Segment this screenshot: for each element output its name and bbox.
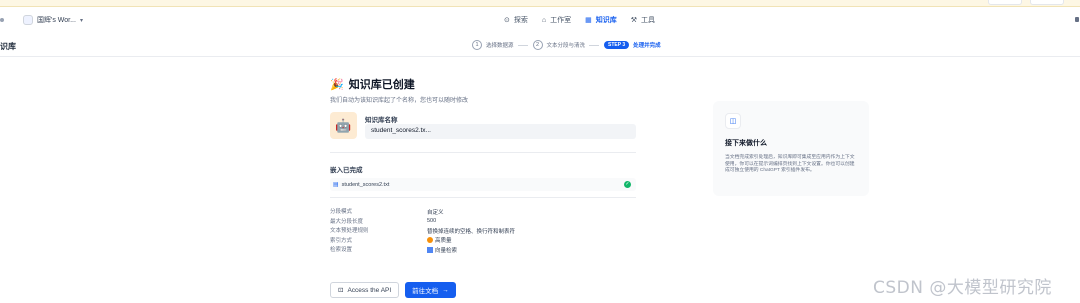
check-circle-icon: ✓ [624,181,631,188]
page-subtitle: 我们自动为该知识库起了个名称，您也可以随时修改 [330,98,469,104]
step-separator [517,44,528,46]
chevron-down-icon: ▾ [79,17,83,24]
meta-row: 索引方式 高质量 [330,236,636,246]
file-row: ▤ student_scores2.txt ✓ [330,178,636,191]
terminal-icon: ⊡ [338,287,344,294]
file-name: student_scores2.txt [341,181,390,188]
tool-icon: ⚒ [630,17,638,24]
meta-key: 最大分段长度 [330,218,364,225]
meta-row: 分段模式 自定义 [330,207,636,217]
tab-knowledge[interactable]: ▦ 知识库 [581,12,621,28]
meta-value: 自定义 [427,207,444,217]
next-steps-card: ◫ 接下来做什么 当文档完成索引处理后，知识库即可集成至应用内作为上下文使用，你… [713,101,869,196]
embed-status-title: 嵌入已完成 [330,167,363,174]
step-label: 选择数据源 [486,43,514,49]
workspace-selector[interactable]: 国辉's Wor... ▾ [23,13,83,27]
user-avatar[interactable] [1075,17,1079,22]
meta-value-text: 高质量 [435,238,452,245]
step-3: STEP 3 处理并完成 [604,41,661,49]
title-row: 🎉 知识库已创建 [330,76,640,92]
kb-name-block: 🤖 知识库名称 student_scores2.tx... [330,112,636,150]
book-icon: ▦ [585,17,592,24]
top-navbar: 国辉's Wor... ▾ ⊙ 探索 ⌂ 工作室 ▦ 知识库 ⚒ 工具 [0,7,1080,33]
party-popper-icon: 🎉 [330,78,344,91]
meta-value-text: 自定义 [427,209,444,216]
tab-explore[interactable]: ⊙ 探索 [500,12,532,28]
kb-name-input[interactable]: student_scores2.tx... [365,124,636,139]
tab-label: 探索 [513,17,528,24]
step-2: 2 文本分段与清洗 [532,40,600,50]
next-steps-title: 接下来做什么 [725,140,767,147]
tab-label: 工具 [641,17,656,24]
meta-key: 索引方式 [330,237,353,244]
studio-icon: ⌂ [541,16,547,24]
meta-value: 500 [427,217,436,227]
vector-search-icon [427,246,433,253]
action-buttons: ⊡ Access the API 前往文档 → [330,282,456,298]
book-open-icon: ◫ [725,113,741,129]
access-api-button[interactable]: ⊡ Access the API [330,282,400,298]
step-indicator: 1 选择数据源 2 文本分段与清洗 STEP 3 处理并完成 [472,40,661,50]
notice-button[interactable] [988,0,1022,5]
divider [330,197,636,198]
next-steps-body: 当文档完成索引处理后，知识库即可集成至应用内作为上下文使用，你可以在提示词编排页… [725,155,855,173]
meta-value-text: 500 [427,218,437,225]
breadcrumb[interactable]: 识库 [0,41,16,52]
app-logo-icon[interactable] [0,18,4,22]
steps-bar: 识库 1 选择数据源 2 文本分段与清洗 STEP 3 处理并完成 [0,36,1080,57]
meta-value: 高质量 [427,236,452,246]
step-number: 2 [532,40,543,50]
meta-value: 替换掉连续的空格、换行符和制表符 [427,226,515,236]
meta-value-text: 替换掉连续的空格、换行符和制表符 [427,228,516,235]
high-quality-icon [427,237,433,244]
meta-key: 检索设置 [330,247,353,253]
tab-label: 工作室 [550,17,572,24]
divider [330,152,636,153]
kb-name-label: 知识库名称 [365,117,398,124]
arrow-right-icon: → [442,286,449,294]
meta-row: 检索设置 向量检索 [330,245,636,255]
step-label: 文本分段与清洗 [546,43,586,49]
meta-key: 分段模式 [330,209,353,215]
watermark: CSDN @大模型研究院 [873,278,1052,298]
meta-row: 最大分段长度 500 [330,217,636,227]
workspace-icon [23,15,33,25]
step-number: 1 [472,40,482,50]
robot-icon: 🤖 [335,117,352,133]
step-label: 处理并完成 [633,43,661,49]
main-tabs: ⊙ 探索 ⌂ 工作室 ▦ 知识库 ⚒ 工具 [500,12,659,28]
top-notice-strip [0,0,1080,7]
compass-icon: ⊙ [504,17,510,24]
kb-avatar[interactable]: 🤖 [330,112,357,139]
button-label: Access the API [347,286,392,294]
meta-value-text: 向量检索 [435,247,458,254]
step-number: STEP 3 [604,41,630,49]
workspace-label: 国辉's Wor... [37,17,76,24]
settings-summary: 分段模式 自定义 最大分段长度 500 文本预处理规则 替换掉连续的空格、换行符… [330,207,636,255]
tab-studio[interactable]: ⌂ 工作室 [538,12,575,28]
page-title: 知识库已创建 [348,79,415,91]
meta-value: 向量检索 [427,245,457,255]
notice-button[interactable] [1030,0,1064,5]
go-to-document-button[interactable]: 前往文档 → [405,282,456,298]
step-1: 1 选择数据源 [472,40,528,50]
tab-tools[interactable]: ⚒ 工具 [627,12,659,28]
creation-result: 🎉 知识库已创建 我们自动为该知识库起了个名称，您也可以随时修改 🤖 知识库名称… [330,76,640,298]
meta-key: 文本预处理规则 [330,228,369,234]
step-separator [589,44,600,46]
meta-row: 文本预处理规则 替换掉连续的空格、换行符和制表符 [330,226,636,236]
file-icon: ▤ [333,182,339,188]
button-label: 前往文档 [412,288,439,295]
tab-label: 知识库 [595,17,617,24]
